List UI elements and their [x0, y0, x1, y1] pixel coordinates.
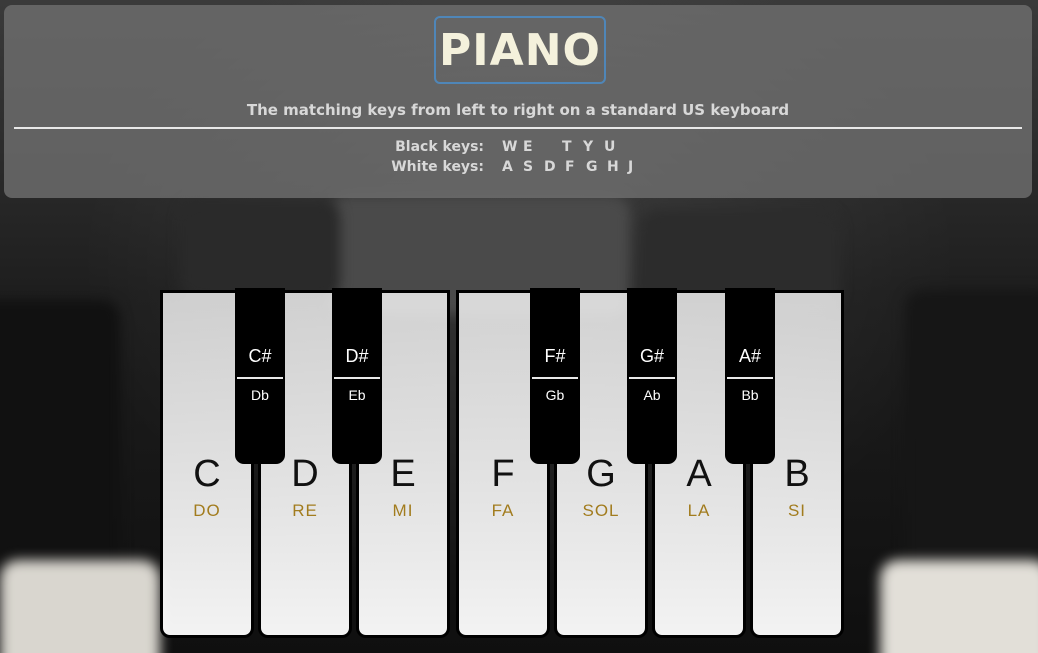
solfege-label: SOL [582, 501, 620, 520]
solfege-label: MI [392, 501, 414, 520]
black-keys-row: Black keys: WE TYU [4, 139, 1032, 159]
flat-label: Gb [545, 387, 565, 403]
solfege-label: SI [787, 501, 807, 520]
mapping-key: W [502, 139, 518, 155]
keyboard-mapping: Black keys: WE TYU White keys: ASDFGHJ [4, 139, 1032, 179]
sharp-label: C# [248, 346, 272, 366]
header-panel: PIANO The matching keys from left to rig… [4, 5, 1032, 198]
flat-label: Bb [741, 387, 759, 403]
subtitle: The matching keys from left to right on … [246, 101, 790, 119]
title-box: PIANO [434, 16, 606, 84]
sharp-label: F# [544, 346, 566, 366]
key-divider [727, 377, 773, 379]
mapping-key: J [628, 159, 634, 175]
black-key-c-sharp[interactable]: C# Db [235, 288, 285, 464]
black-keys-label: Black keys: [395, 139, 484, 155]
black-key-a-sharp[interactable]: A# Bb [725, 288, 775, 464]
key-divider [532, 377, 578, 379]
solfege-label: FA [491, 501, 515, 520]
white-keys-label: White keys: [391, 159, 484, 175]
page-title: PIANO [439, 24, 601, 76]
mapping-key: H [607, 159, 619, 175]
mapping-key: F [565, 159, 575, 175]
sharp-label: D# [345, 346, 369, 366]
flat-label: Eb [348, 387, 366, 403]
mapping-key: Y [583, 139, 594, 155]
divider [14, 127, 1022, 129]
mapping-key: S [523, 159, 534, 175]
key-divider [334, 377, 380, 379]
flat-label: Ab [643, 387, 661, 403]
flat-label: Db [251, 387, 269, 403]
mapping-key: E [523, 139, 533, 155]
black-key-g-sharp[interactable]: G# Ab [627, 288, 677, 464]
piano-keyboard: C DO D RE E MI F FA G SOL A LA B SI C# D… [160, 288, 850, 643]
sharp-label: G# [639, 346, 664, 366]
mapping-key: D [544, 159, 556, 175]
key-divider [237, 377, 283, 379]
solfege-label: DO [193, 501, 221, 520]
key-divider [629, 377, 675, 379]
mapping-key: U [604, 139, 616, 155]
mapping-key: T [562, 139, 572, 155]
black-key-d-sharp[interactable]: D# Eb [332, 288, 382, 464]
sharp-label: A# [738, 346, 762, 366]
solfege-label: RE [292, 501, 318, 520]
solfege-label: LA [687, 501, 711, 520]
mapping-key: A [502, 159, 513, 175]
mapping-key: G [586, 159, 598, 175]
white-keys-row: White keys: ASDFGHJ [4, 159, 1032, 179]
black-key-f-sharp[interactable]: F# Gb [530, 288, 580, 464]
